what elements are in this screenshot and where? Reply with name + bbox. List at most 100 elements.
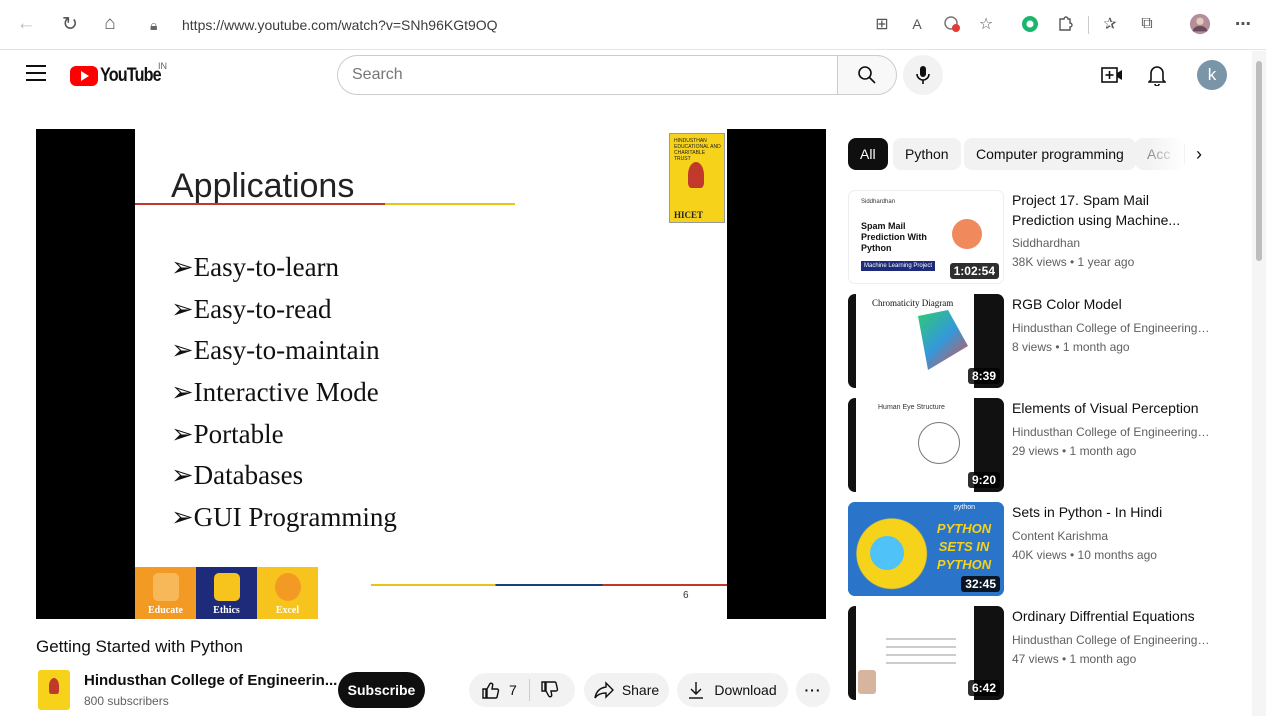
recommendation-item[interactable]: Chromaticity Diagram 8:39 RGB Color Mode…: [848, 294, 1248, 392]
bell-icon: [1148, 66, 1166, 86]
more-horizontal-icon: ···: [804, 682, 822, 698]
back-icon[interactable]: ←: [14, 12, 38, 36]
recommendation-channel[interactable]: Content Karishma: [1012, 529, 1212, 543]
recommendation-item[interactable]: python PYTHON SETS IN PYTHON 32:45 Sets …: [848, 502, 1248, 600]
equation-lines: [886, 638, 956, 640]
chip-all[interactable]: All: [848, 138, 888, 170]
slide-bottom-line: [371, 584, 727, 586]
more-icon[interactable]: ⋯: [1232, 13, 1254, 35]
slide-bullet: ➢GUI Programming: [171, 502, 397, 533]
account-avatar[interactable]: k: [1197, 60, 1227, 90]
presentation-slide: Applications ➢Easy-to-learn ➢Easy-to-rea…: [135, 129, 727, 619]
video-thumbnail[interactable]: Siddhardhan Spam Mail Prediction With Py…: [848, 190, 1004, 284]
video-thumbnail[interactable]: 6:42: [848, 606, 1004, 700]
create-button[interactable]: [1100, 63, 1124, 87]
browser-toolbar: ← ↻ ⌂ 🔒︎ https://www.youtube.com/watch?v…: [0, 0, 1266, 50]
recommendation-channel[interactable]: Hindusthan College of Engineering a...: [1012, 425, 1212, 439]
logo-wordmark: YouTube: [100, 65, 162, 86]
recommendation-item[interactable]: Human Eye Structure 9:20 Elements of Vis…: [848, 398, 1248, 496]
slide-bullet: ➢Databases: [171, 460, 304, 491]
like-dislike-group: 7: [469, 673, 575, 707]
puzzle-icon[interactable]: [1054, 13, 1076, 35]
menu-icon[interactable]: [26, 65, 46, 81]
thumb-text: Spam Mail Prediction With Python: [861, 221, 927, 253]
eye-diagram-icon: [918, 422, 960, 464]
share-button[interactable]: Share: [584, 673, 669, 707]
recommendation-item[interactable]: 6:42 Ordinary Diffrential Equations Hind…: [848, 606, 1248, 704]
slide-underline-yellow: [385, 203, 515, 205]
recommendation-channel[interactable]: Siddhardhan: [1012, 236, 1212, 250]
channel-avatar[interactable]: [38, 670, 70, 710]
slide-bullet: ➢Interactive Mode: [171, 377, 379, 408]
thumb-slide: Chromaticity Diagram: [856, 294, 974, 388]
chip-computer-programming[interactable]: Computer programming: [964, 138, 1136, 170]
video-duration: 32:45: [961, 576, 1000, 592]
hicet-logo-text: HICET: [674, 210, 704, 220]
subscriber-count: 800 subscribers: [84, 694, 169, 708]
chip-python[interactable]: Python: [893, 138, 961, 170]
recommendation-channel[interactable]: Hindusthan College of Engineering a...: [1012, 321, 1212, 335]
search-button[interactable]: [837, 55, 897, 95]
download-button[interactable]: Download: [677, 673, 788, 707]
thumbs-down-icon: [541, 681, 558, 698]
channel-name[interactable]: Hindusthan College of Engineerin...: [84, 672, 337, 689]
video-thumbnail[interactable]: python PYTHON SETS IN PYTHON 32:45: [848, 502, 1004, 596]
profile-icon[interactable]: [1189, 13, 1211, 35]
apps-icon[interactable]: ⊞: [871, 13, 893, 35]
recommendation-channel[interactable]: Hindusthan College of Engineering a...: [1012, 633, 1212, 647]
cartoon-character-icon: [870, 536, 904, 570]
recommendation-title[interactable]: Ordinary Diffrential Equations: [1012, 606, 1212, 626]
mail-icon: [952, 219, 982, 249]
video-player[interactable]: Applications ➢Easy-to-learn ➢Easy-to-rea…: [36, 129, 826, 619]
tracking-icon[interactable]: [941, 13, 963, 35]
slide-bullet: ➢Easy-to-read: [171, 293, 332, 324]
youtube-play-icon: [70, 66, 98, 86]
search-input[interactable]: [337, 55, 837, 95]
recommendation-item[interactable]: Siddhardhan Spam Mail Prediction With Py…: [848, 190, 1248, 288]
chevron-right-icon[interactable]: ›: [1187, 142, 1211, 166]
address-bar[interactable]: 🔒︎ https://www.youtube.com/watch?v=SNh96…: [140, 9, 860, 41]
dislike-button[interactable]: [540, 673, 560, 707]
favorites-icon[interactable]: ✰: [1099, 13, 1121, 35]
graduation-cap-icon: [153, 573, 179, 601]
slide-page-number: 6: [683, 590, 689, 601]
refresh-icon[interactable]: ↻: [58, 12, 82, 36]
video-thumbnail[interactable]: Human Eye Structure 9:20: [848, 398, 1004, 492]
region-code: IN: [158, 61, 167, 71]
collections-icon[interactable]: ⧉: [1136, 13, 1158, 35]
recommendation-meta: 29 views • 1 month ago: [1012, 444, 1137, 458]
favorite-icon[interactable]: ☆: [975, 13, 997, 35]
more-actions-button[interactable]: ···: [796, 673, 830, 707]
video-thumbnail[interactable]: Chromaticity Diagram 8:39: [848, 294, 1004, 388]
footer-block-ethics: Ethics: [196, 567, 257, 619]
mic-icon: [916, 66, 930, 84]
slide-footer-blocks: Educate Ethics Excel: [135, 567, 318, 619]
scrollbar-thumb[interactable]: [1256, 61, 1262, 261]
recommendation-title[interactable]: Sets in Python - In Hindi: [1012, 502, 1212, 522]
like-button[interactable]: 7: [469, 673, 517, 707]
extension-icon[interactable]: [1019, 13, 1041, 35]
head-icon: [214, 573, 240, 601]
read-aloud-icon[interactable]: A: [906, 13, 928, 35]
subscribe-button[interactable]: Subscribe: [338, 672, 425, 708]
video-duration: 8:39: [967, 368, 1000, 384]
recommendation-meta: 47 views • 1 month ago: [1012, 652, 1137, 666]
youtube-logo[interactable]: YouTube IN: [70, 61, 171, 89]
url-text: https://www.youtube.com/watch?v=SNh96KGt…: [182, 17, 498, 33]
recommendation-title[interactable]: Elements of Visual Perception: [1012, 398, 1212, 418]
slide-bullet-list: ➢Easy-to-learn ➢Easy-to-read ➢Easy-to-ma…: [171, 247, 397, 539]
notifications-button[interactable]: [1145, 62, 1169, 88]
footer-label: Ethics: [213, 605, 240, 616]
recommendation-meta: 38K views • 1 year ago: [1012, 255, 1135, 269]
lock-icon[interactable]: 🔒︎: [150, 17, 170, 34]
share-icon: [594, 681, 614, 699]
recommendation-title[interactable]: Project 17. Spam Mail Prediction using M…: [1012, 190, 1212, 230]
footer-label: Excel: [275, 605, 300, 616]
recommendation-title[interactable]: RGB Color Model: [1012, 294, 1212, 314]
page-scrollbar[interactable]: [1252, 51, 1266, 716]
home-icon[interactable]: ⌂: [98, 12, 122, 36]
video-duration: 9:20: [967, 472, 1000, 488]
hicet-logo-header: HINDUSTHAN EDUCATIONAL AND CHARITABLE TR…: [674, 138, 721, 162]
voice-search-button[interactable]: [903, 55, 943, 95]
recommendation-meta: 8 views • 1 month ago: [1012, 340, 1130, 354]
